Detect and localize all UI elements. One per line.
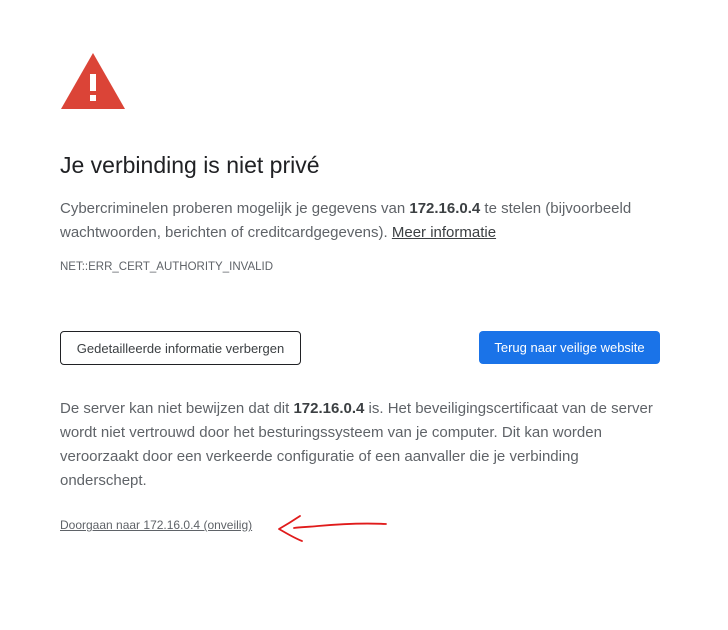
error-code: NET::ERR_CERT_AUTHORITY_INVALID xyxy=(60,261,274,273)
details-text: De server kan niet bewijzen dat dit 172.… xyxy=(60,397,660,493)
back-to-safety-button[interactable]: Terug naar veilige website xyxy=(479,331,660,364)
learn-more-link[interactable]: Meer informatie xyxy=(392,224,496,241)
red-arrow-annotation-icon xyxy=(278,515,387,542)
hide-details-button[interactable]: Gedetailleerde informatie verbergen xyxy=(60,331,301,365)
warning-triangle-icon xyxy=(61,53,125,109)
intro-text: Cybercriminelen proberen mogelijk je geg… xyxy=(60,197,660,245)
intro-host: 172.16.0.4 xyxy=(409,200,481,217)
page-title: Je verbinding is niet privé xyxy=(60,152,320,178)
details-text-part1: De server kan niet bewijzen dat dit xyxy=(60,400,294,417)
details-host: 172.16.0.4 xyxy=(293,400,365,417)
intro-text-part1: Cybercriminelen proberen mogelijk je geg… xyxy=(60,200,410,217)
proceed-unsafe-link[interactable]: Doorgaan naar 172.16.0.4 (onveilig) xyxy=(60,518,252,532)
